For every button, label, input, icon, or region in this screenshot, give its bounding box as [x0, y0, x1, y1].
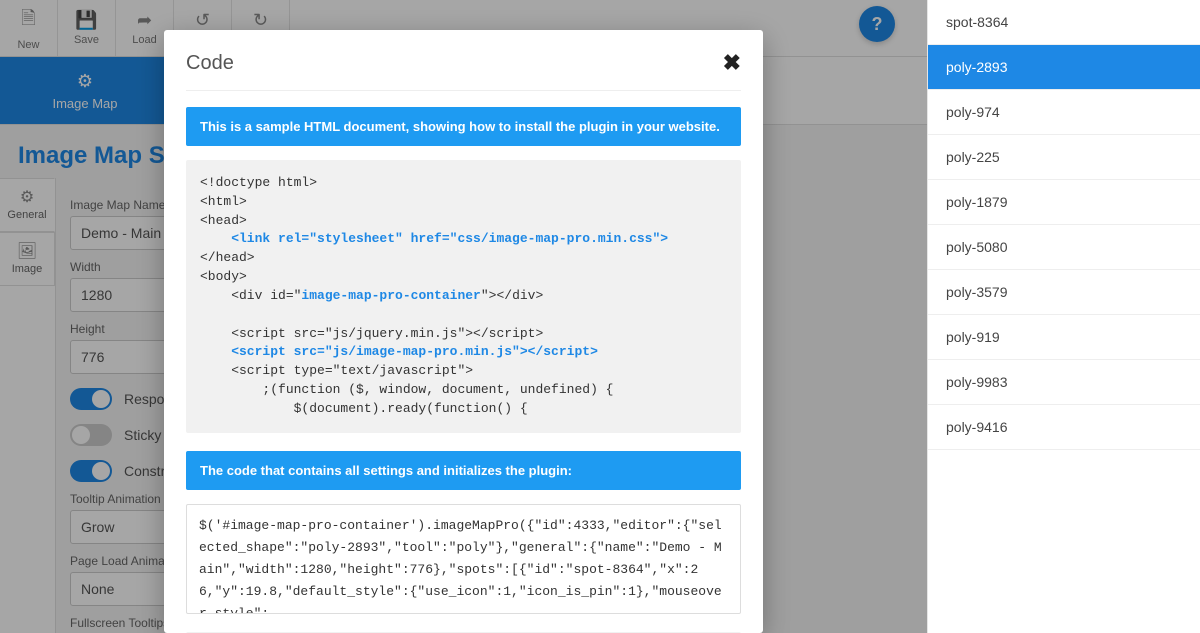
plugin-config-code[interactable]: $('#image-map-pro-container').imageMapPr…	[186, 504, 741, 614]
shape-list-item[interactable]: poly-225	[928, 135, 1200, 180]
modal-overlay[interactable]: Code ✖ This is a sample HTML document, s…	[0, 0, 927, 633]
shape-list-item[interactable]: poly-2893	[928, 45, 1200, 90]
modal-banner-install: This is a sample HTML document, showing …	[186, 107, 741, 146]
shape-list-item[interactable]: poly-9983	[928, 360, 1200, 405]
shape-list-item[interactable]: poly-974	[928, 90, 1200, 135]
shape-list-item[interactable]: poly-919	[928, 315, 1200, 360]
shape-list-item[interactable]: poly-9416	[928, 405, 1200, 450]
shape-list-item[interactable]: spot-8364	[928, 0, 1200, 45]
code-modal: Code ✖ This is a sample HTML document, s…	[164, 30, 763, 633]
shape-list-item[interactable]: poly-5080	[928, 225, 1200, 270]
shape-list-item[interactable]: poly-3579	[928, 270, 1200, 315]
shape-list-item[interactable]: poly-1879	[928, 180, 1200, 225]
sample-html-code: <!doctype html> <html> <head> <link rel=…	[186, 160, 741, 433]
modal-banner-settings: The code that contains all settings and …	[186, 451, 741, 490]
modal-divider	[186, 90, 741, 91]
modal-body: This is a sample HTML document, showing …	[164, 107, 763, 633]
modal-header: Code ✖	[164, 30, 763, 90]
close-icon[interactable]: ✖	[723, 50, 741, 76]
modal-title: Code	[186, 52, 234, 75]
shapes-list-panel: spot-8364poly-2893poly-974poly-225poly-1…	[927, 0, 1200, 633]
app-root: 🗎New 💾Save ➦Load ↺Undo ↻Redo ⚙Image Map …	[0, 0, 1200, 633]
main-area: 🗎New 💾Save ➦Load ↺Undo ↻Redo ⚙Image Map …	[0, 0, 927, 633]
